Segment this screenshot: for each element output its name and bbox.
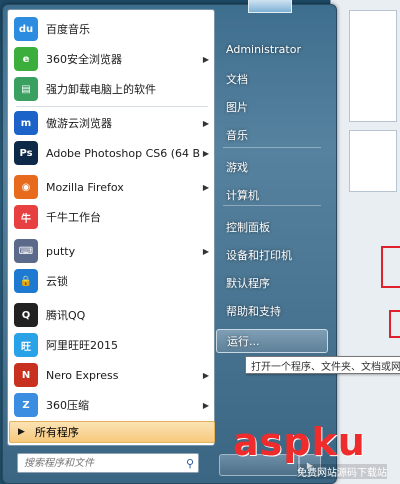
program-item[interactable]: 旺阿里旺旺2015 bbox=[10, 330, 211, 360]
program-label: putty bbox=[46, 244, 76, 258]
highlight-box bbox=[381, 246, 400, 288]
start-link-help-support[interactable]: 帮助和支持 bbox=[216, 299, 328, 323]
start-link-devices-printers[interactable]: 设备和打印机 bbox=[216, 243, 328, 267]
baidu-music-icon: du bbox=[14, 17, 38, 41]
background-panel bbox=[349, 130, 397, 192]
firefox-icon: ◉ bbox=[14, 175, 38, 199]
run-tooltip: 打开一个程序、文件夹、文档或网站 bbox=[245, 356, 400, 374]
putty-icon: ⌨ bbox=[14, 239, 38, 263]
start-menu: du 百度音乐 e 360安全浏览器 ▶ ▤ 强力卸载电脑上的软件 m 傲游云浏览器 ▶ Ps Ado… bbox=[2, 4, 337, 484]
background-window bbox=[330, 0, 400, 484]
triangle-right-icon: ▶ bbox=[18, 427, 25, 437]
360-browser-icon: e bbox=[14, 47, 38, 71]
program-item[interactable]: e 360安全浏览器 ▶ bbox=[10, 44, 211, 74]
watermark-text: aspku bbox=[233, 420, 366, 464]
start-link-run[interactable]: 运行... bbox=[216, 329, 328, 353]
program-item[interactable]: ◉ Mozilla Firefox ▶ bbox=[10, 172, 211, 202]
submenu-arrow-icon[interactable]: ▶ bbox=[201, 247, 211, 256]
separator bbox=[223, 147, 321, 148]
submenu-arrow-icon[interactable]: ▶ bbox=[201, 119, 211, 128]
program-label: 腾讯QQ bbox=[46, 309, 86, 322]
yunsuo-icon: 🔒 bbox=[14, 269, 38, 293]
watermark-logo: aspku 免费网站源码下载站 bbox=[233, 420, 400, 484]
submenu-arrow-icon[interactable]: ▶ bbox=[201, 401, 211, 410]
program-label: Adobe Photoshop CS6 (64 Bit) bbox=[46, 146, 201, 160]
program-item[interactable]: Q 腾讯QQ bbox=[10, 300, 211, 330]
program-label: 千牛工作台 bbox=[46, 211, 101, 224]
program-label: 360压缩 bbox=[46, 399, 89, 412]
start-link-computer[interactable]: 计算机 bbox=[216, 183, 328, 207]
program-item[interactable]: ⌨ putty ▶ bbox=[10, 236, 211, 266]
program-label: 百度音乐 bbox=[46, 23, 90, 36]
program-label: 傲游云浏览器 bbox=[46, 117, 112, 130]
submenu-arrow-icon[interactable]: ▶ bbox=[201, 371, 211, 380]
program-item[interactable]: Z 360压缩 ▶ bbox=[10, 390, 211, 420]
uninstaller-icon: ▤ bbox=[14, 77, 38, 101]
highlight-box bbox=[389, 310, 400, 338]
qq-icon: Q bbox=[14, 303, 38, 327]
submenu-arrow-icon[interactable]: ▶ bbox=[201, 149, 211, 158]
program-item[interactable]: 牛千牛工作台 bbox=[10, 202, 211, 232]
start-link-user-folder[interactable]: Administrator bbox=[216, 37, 328, 61]
aliwangwang-icon: 旺 bbox=[14, 333, 38, 357]
program-label: Nero Express bbox=[46, 368, 119, 382]
qianniu-icon: 牛 bbox=[14, 205, 38, 229]
programs-pane: du 百度音乐 e 360安全浏览器 ▶ ▤ 强力卸载电脑上的软件 m 傲游云浏览器 ▶ Ps Ado… bbox=[7, 9, 215, 446]
program-label: Mozilla Firefox bbox=[46, 180, 124, 194]
submenu-arrow-icon[interactable]: ▶ bbox=[201, 55, 211, 64]
360-zip-icon: Z bbox=[14, 393, 38, 417]
nero-icon: N bbox=[14, 363, 38, 387]
all-programs-button[interactable]: ▶ 所有程序 bbox=[9, 421, 215, 443]
program-item[interactable]: Ps Adobe Photoshop CS6 (64 Bit) ▶ bbox=[10, 138, 211, 168]
program-label: 强力卸载电脑上的软件 bbox=[46, 83, 156, 96]
program-item[interactable]: du 百度音乐 bbox=[10, 14, 211, 44]
start-link-documents[interactable]: 文档 bbox=[216, 67, 328, 91]
search-box[interactable]: ⚲ bbox=[17, 453, 199, 473]
start-link-control-panel[interactable]: 控制面板 bbox=[216, 215, 328, 239]
program-label: 360安全浏览器 bbox=[46, 53, 122, 66]
search-icon[interactable]: ⚲ bbox=[182, 457, 198, 470]
program-item[interactable]: 🔒 云锁 bbox=[10, 266, 211, 296]
submenu-arrow-icon[interactable]: ▶ bbox=[201, 183, 211, 192]
search-input[interactable] bbox=[18, 456, 182, 470]
program-item[interactable]: ▤ 强力卸载电脑上的软件 bbox=[10, 74, 211, 104]
maxthon-icon: m bbox=[14, 111, 38, 135]
background-panel bbox=[349, 10, 397, 122]
watermark-subtext: 免费网站源码下载站 bbox=[297, 464, 387, 479]
separator bbox=[223, 205, 321, 206]
program-item[interactable]: N Nero Express ▶ bbox=[10, 360, 211, 390]
separator bbox=[16, 106, 208, 107]
user-avatar bbox=[248, 0, 292, 13]
program-item[interactable]: m 傲游云浏览器 ▶ bbox=[10, 108, 211, 138]
program-label: 阿里旺旺2015 bbox=[46, 339, 118, 352]
program-label: 云锁 bbox=[46, 275, 68, 288]
all-programs-label: 所有程序 bbox=[34, 426, 79, 439]
start-link-music[interactable]: 音乐 bbox=[216, 123, 328, 147]
photoshop-icon: Ps bbox=[14, 141, 38, 165]
start-link-default-programs[interactable]: 默认程序 bbox=[216, 271, 328, 295]
start-link-games[interactable]: 游戏 bbox=[216, 155, 328, 179]
start-link-pictures[interactable]: 图片 bbox=[216, 95, 328, 119]
